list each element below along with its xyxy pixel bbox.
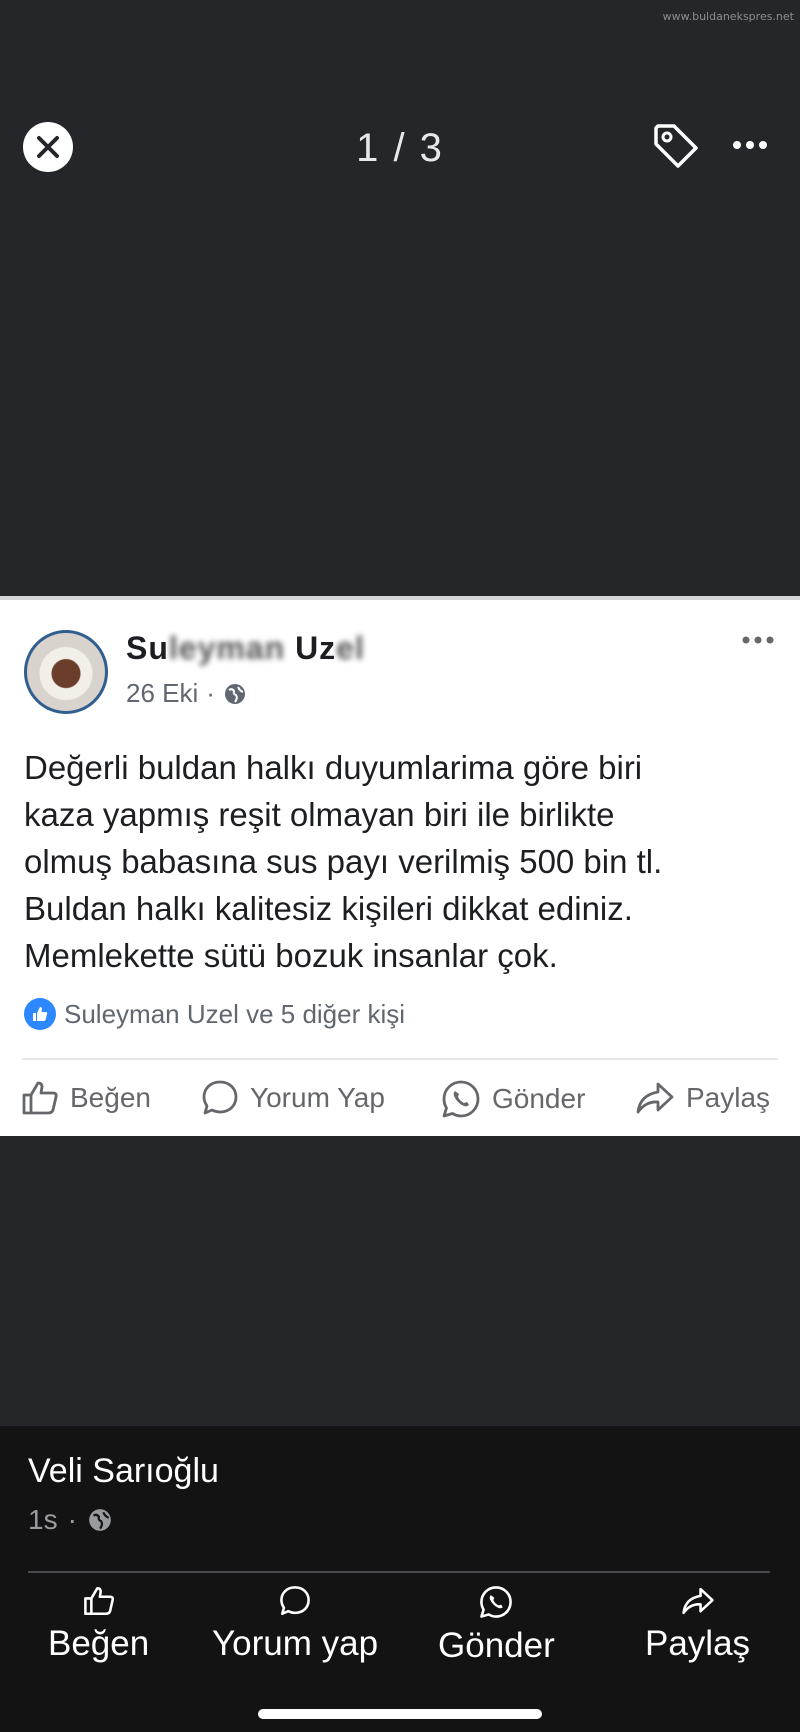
post-meta: 26 Eki · bbox=[126, 678, 247, 709]
like-badge-icon bbox=[24, 998, 56, 1030]
share-label: Paylaş bbox=[645, 1624, 751, 1663]
more-icon bbox=[733, 141, 767, 149]
comment-icon bbox=[202, 1080, 238, 1115]
more-icon bbox=[742, 636, 774, 644]
post-author-name: Suleyman Uzel bbox=[126, 630, 365, 667]
meta-separator: · bbox=[206, 678, 215, 708]
post-time: 1s bbox=[28, 1504, 58, 1535]
post-like-label: Beğen bbox=[70, 1082, 151, 1113]
author-avatar bbox=[24, 630, 108, 714]
thumbs-up-icon bbox=[22, 1081, 58, 1115]
card-divider bbox=[22, 1058, 778, 1060]
send-button[interactable]: Gönder bbox=[438, 1584, 555, 1666]
post-share-label: Paylaş bbox=[686, 1082, 771, 1113]
comment-label: Yorum yap bbox=[212, 1624, 379, 1663]
post-send-button[interactable]: Gönder bbox=[440, 1078, 585, 1120]
post-comment-button[interactable]: Yorum Yap bbox=[200, 1078, 385, 1118]
tag-icon bbox=[654, 124, 698, 168]
author-name-blurred: leyman bbox=[168, 630, 286, 666]
comment-icon bbox=[280, 1586, 310, 1616]
home-indicator[interactable] bbox=[258, 1709, 542, 1719]
reaction-text: Suleyman Uzel ve 5 diğer kişi bbox=[64, 998, 406, 1029]
globe-icon bbox=[224, 683, 245, 704]
like-label: Beğen bbox=[48, 1624, 150, 1663]
whatsapp-icon bbox=[442, 1080, 480, 1118]
reaction-summary[interactable]: Suleyman Uzel ve 5 diğer kişi bbox=[24, 998, 405, 1030]
whatsapp-icon bbox=[480, 1586, 513, 1618]
post-more-button[interactable] bbox=[738, 630, 778, 650]
author-name-blurred-end: el bbox=[336, 630, 365, 666]
meta-separator: · bbox=[67, 1504, 77, 1535]
post-like-button[interactable]: Beğen bbox=[20, 1078, 151, 1118]
post-share-button[interactable]: Paylaş bbox=[634, 1078, 770, 1118]
poster-meta: 1s · bbox=[28, 1504, 113, 1536]
post-text-line: Değerli buldan halkı duyumlarima göre bi… bbox=[24, 749, 643, 786]
share-icon bbox=[636, 1082, 674, 1114]
like-button[interactable]: Beğen bbox=[48, 1584, 149, 1664]
post-send-label: Gönder bbox=[492, 1083, 586, 1114]
bottom-action-bar: Beğen Yorum yap Gönder Paylaş bbox=[0, 1584, 800, 1684]
author-name-end: Uz bbox=[295, 630, 337, 666]
post-comment-label: Yorum Yap bbox=[250, 1082, 385, 1113]
caption-panel: Veli Sarıoğlu 1s · Beğen Yorum yap Gönde… bbox=[0, 1426, 800, 1732]
tag-button[interactable] bbox=[648, 118, 704, 174]
share-button[interactable]: Paylaş bbox=[645, 1584, 750, 1664]
post-text-line: Memlekette sütü bozuk insanlar çok. bbox=[24, 937, 558, 974]
post-date: 26 Eki bbox=[126, 678, 199, 708]
watermark: www.buldanekspres.net bbox=[662, 10, 794, 23]
post-text-line: Buldan halkı kalitesiz kişileri dikkat e… bbox=[24, 890, 633, 927]
send-label: Gönder bbox=[438, 1626, 555, 1665]
post-text-line: kaza yapmış reşit olmayan biri ile birli… bbox=[24, 796, 615, 833]
post-action-bar: Beğen Yorum Yap Gönder Paylaş bbox=[0, 1078, 800, 1128]
thumbs-up-icon bbox=[83, 1586, 114, 1616]
viewer-top-bar: 1 / 3 bbox=[0, 110, 800, 182]
post-text-line: olmuş babasına sus payı verilmiş 500 bin… bbox=[24, 843, 663, 880]
globe-icon bbox=[89, 1509, 111, 1531]
share-icon bbox=[681, 1587, 714, 1615]
poster-name[interactable]: Veli Sarıoğlu bbox=[28, 1452, 219, 1491]
post-screenshot: Suleyman Uzel 26 Eki · Değerli buldan ha… bbox=[0, 596, 800, 1136]
post-text: Değerli buldan halkı duyumlarima göre bi… bbox=[24, 744, 776, 979]
bottom-divider bbox=[28, 1571, 770, 1573]
more-options-button[interactable] bbox=[728, 130, 772, 160]
author-name-start: Su bbox=[126, 630, 169, 666]
comment-button[interactable]: Yorum yap bbox=[212, 1584, 378, 1664]
